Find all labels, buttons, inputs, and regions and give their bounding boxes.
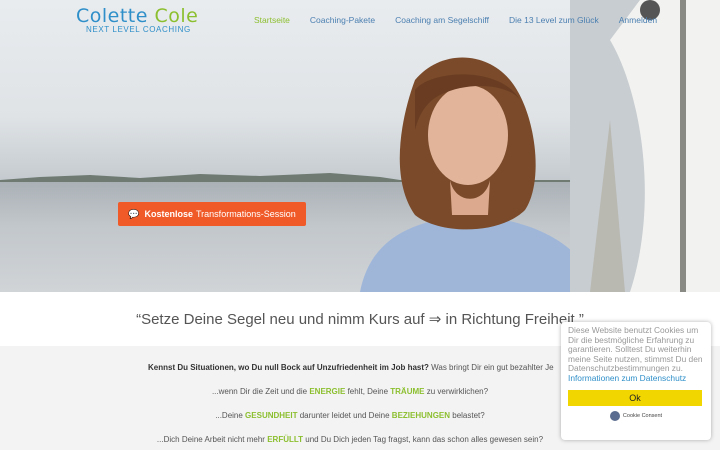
- nav-coaching-segelschiff[interactable]: Coaching am Segelschiff: [395, 15, 489, 25]
- intro-line-1-rest: Was bringt Dir ein gut bezahlter Je: [428, 363, 554, 372]
- highlight-gesundheit: GESUNDHEIT: [245, 411, 298, 420]
- logo-first: Colette: [76, 5, 148, 27]
- intro-line-2-a: ...wenn Dir die Zeit und die: [211, 387, 310, 396]
- logo[interactable]: Colette Cole NEXT LEVEL COACHING: [76, 5, 198, 34]
- cookie-consent-logo-icon: [609, 410, 620, 421]
- nav-13-level[interactable]: Die 13 Level zum Glück: [509, 15, 599, 25]
- highlight-traeume: TRÄUME: [390, 387, 425, 396]
- highlight-beziehungen: BEZIEHUNGEN: [391, 411, 451, 420]
- nav-anmelden[interactable]: Anmelden: [619, 15, 657, 25]
- intro-line-4-a: ...Dich Deine Arbeit nicht mehr: [156, 435, 268, 444]
- cookie-consent-brand[interactable]: Cookie Consent: [568, 410, 704, 421]
- highlight-erfuellt: ERFÜLLT: [267, 435, 304, 444]
- hero-image: [0, 0, 720, 292]
- privacy-link[interactable]: Informationen zum Datenschutz: [568, 373, 686, 383]
- cookie-message: Diese Website benutzt Cookies um Dir die…: [568, 325, 704, 384]
- logo-second: Cole: [154, 5, 199, 27]
- logo-tag-b: COACHING: [142, 25, 191, 34]
- intro-line-3-c: belastet?: [450, 411, 485, 420]
- free-session-button[interactable]: 💬 Kostenlose Transformations-Session: [118, 202, 306, 226]
- intro-line-2-c: zu verwirklichen?: [424, 387, 489, 396]
- cookie-ok-button[interactable]: Ok: [568, 389, 702, 406]
- cookie-brand-text: Cookie Consent: [622, 412, 663, 419]
- intro-line-3-a: ...Deine: [215, 411, 246, 420]
- intro-line-2-b: fehlt, Deine: [345, 387, 391, 396]
- intro-line-3-b: darunter leidet und Deine: [297, 411, 392, 420]
- intro-line-4-b: und Du Dich jeden Tag fragst, kann das s…: [303, 435, 544, 444]
- cookie-message-text: Diese Website benutzt Cookies um Dir die…: [568, 325, 703, 374]
- intro-line-1-bold: Kennst Du Situationen, wo Du null Bock a…: [148, 363, 429, 372]
- chat-bubbles-icon: 💬: [128, 208, 140, 219]
- highlight-energie: ENERGIE: [309, 387, 346, 396]
- cta-bold: Kostenlose: [144, 209, 194, 219]
- cookie-banner: Diese Website benutzt Cookies um Dir die…: [561, 322, 711, 440]
- logo-tag-a: NEXT LEVEL: [86, 25, 141, 34]
- nav-coaching-pakete[interactable]: Coaching-Pakete: [310, 15, 375, 25]
- nav-startseite[interactable]: Startseite: [254, 15, 290, 25]
- cta-rest: Transformations-Session: [196, 209, 296, 219]
- sailboat-sail: [570, 0, 720, 292]
- main-nav: Startseite Coaching-Pakete Coaching am S…: [254, 15, 657, 25]
